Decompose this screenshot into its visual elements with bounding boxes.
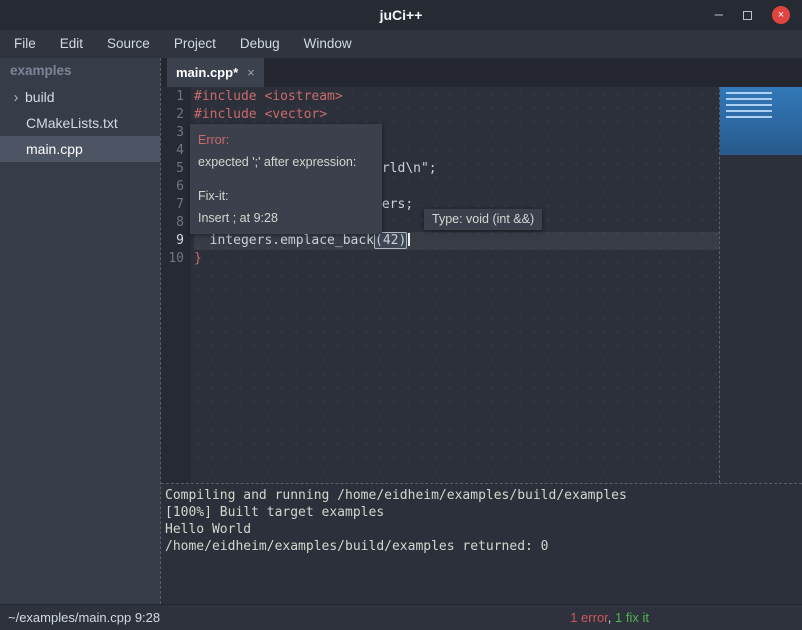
line-number: 1 [161,88,184,106]
code-text: integers.emplace_back [194,233,374,248]
fixit-action: Insert ; at 9:28 [198,207,374,229]
line-number: 7 [161,196,184,214]
tree-item-label: CMakeLists.txt [26,115,118,131]
app-window: juCi++ – × File Edit Source Project Debu… [0,0,802,630]
status-file-location: ~/examples/main.cpp 9:28 [8,610,160,625]
type-tooltip: Type: void (int &&) [424,209,542,230]
maximize-button[interactable] [743,11,752,20]
line-number: 2 [161,106,184,124]
terminal-line: [100%] Built target examples [165,504,802,521]
terminal-line: Compiling and running /home/eidheim/exam… [165,487,802,504]
error-tooltip-message: expected ';' after expression: [198,151,374,173]
tabbar: main.cpp* × [161,58,802,87]
fixit-label: Fix-it: [198,185,374,207]
menu-file[interactable]: File [2,30,48,58]
code-line[interactable]: #include <iostream> [194,88,719,106]
editor-column: main.cpp* × 1 2 3 4 5 6 7 8 9 10 [160,58,802,604]
text-cursor [408,233,410,246]
tree-item-label: build [25,89,55,105]
menu-source[interactable]: Source [95,30,162,58]
main-content: examples › build CMakeLists.txt main.cpp… [0,58,802,604]
error-count: 1 error [570,610,608,625]
line-number: 5 [161,160,184,178]
diagnostics-separator: , [608,610,615,625]
menu-debug[interactable]: Debug [228,30,292,58]
error-tooltip: Error: expected ';' after expression: Fi… [190,124,382,234]
line-number: 10 [161,250,184,268]
chevron-right-icon[interactable]: › [8,89,24,106]
window-title: juCi++ [0,0,802,30]
menubar: File Edit Source Project Debug Window [0,30,802,58]
status-diagnostics: 1 error, 1 fix it [570,610,649,625]
code-line[interactable]: #include <vector> [194,106,719,124]
tree-item-cmakelists[interactable]: CMakeLists.txt [0,110,160,136]
line-number-gutter[interactable]: 1 2 3 4 5 6 7 8 9 10 [161,87,191,483]
line-number: 4 [161,142,184,160]
document-overview-map[interactable] [720,87,802,155]
terminal-line: /home/eidheim/examples/build/examples re… [165,538,802,555]
terminal-line: Hello World [165,521,802,538]
file-tree-sidebar: examples › build CMakeLists.txt main.cpp [0,58,160,604]
editor-pane: 1 2 3 4 5 6 7 8 9 10 #include <iostream>… [161,87,802,483]
overview-map-column [719,87,802,483]
menu-project[interactable]: Project [162,30,228,58]
line-number: 3 [161,124,184,142]
project-name-header: examples [0,58,160,84]
tab-close-icon[interactable]: × [247,65,255,80]
minimize-button[interactable]: – [715,10,723,20]
tooltip-spacer [198,173,374,185]
window-controls: – × [715,0,790,30]
titlebar[interactable]: juCi++ – × [0,0,802,30]
minimap-code-lines-icon [726,92,772,120]
tree-item-build[interactable]: › build [0,84,160,110]
line-number: 6 [161,178,184,196]
statusbar: ~/examples/main.cpp 9:28 1 error, 1 fix … [0,604,802,630]
menu-edit[interactable]: Edit [48,30,95,58]
tab-label: main.cpp* [176,65,238,80]
code-line[interactable]: } [194,250,719,268]
line-number: 8 [161,214,184,232]
bracket-match-highlight: (42) [374,232,407,249]
fixit-count: 1 fix it [615,610,649,625]
line-number-current: 9 [161,232,184,250]
close-button[interactable]: × [772,6,790,24]
tree-item-label: main.cpp [26,141,83,157]
menu-window[interactable]: Window [292,30,364,58]
error-tooltip-title: Error: [198,129,374,151]
tab-main-cpp[interactable]: main.cpp* × [167,58,264,87]
terminal-output[interactable]: Compiling and running /home/eidheim/exam… [161,483,802,604]
code-line-current[interactable]: integers.emplace_back(42) [194,232,719,250]
tree-item-main-cpp[interactable]: main.cpp [0,136,160,162]
